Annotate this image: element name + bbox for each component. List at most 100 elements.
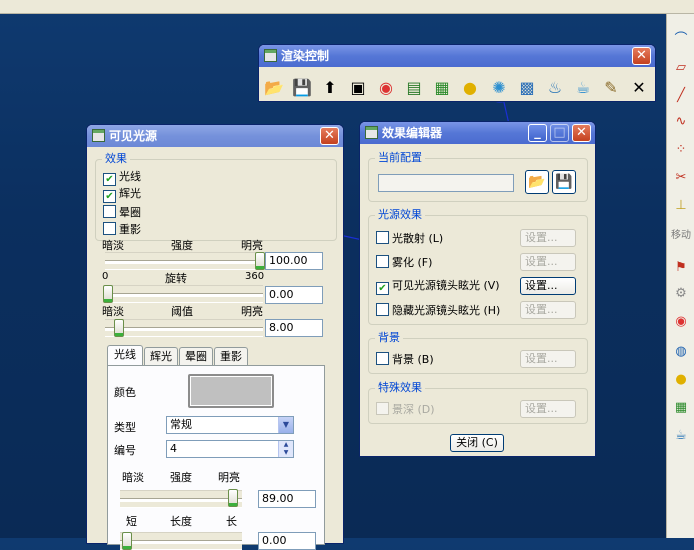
close-dialog-button[interactable]: 关闭 (C)	[450, 434, 504, 452]
slider-rotation-label: 旋转	[165, 272, 187, 285]
slider-threshold-thumb[interactable]	[114, 319, 124, 337]
room-icon[interactable]: ▩	[516, 77, 538, 99]
save-disk-icon[interactable]: 💾	[291, 77, 313, 99]
fog-settings-button[interactable]: 设置...	[520, 253, 576, 271]
curve-icon[interactable]: ⌒	[672, 32, 690, 48]
wave-icon[interactable]: ∿	[672, 114, 690, 130]
checkbox-label: 可见光源镜头眩光 (V)	[392, 279, 500, 292]
flag-icon[interactable]: ⚑	[672, 260, 690, 276]
inner-intensity-value[interactable]: 89.00	[258, 490, 316, 508]
intensity-value-field[interactable]: 100.00	[265, 252, 323, 270]
close-button[interactable]: ✕	[572, 124, 591, 142]
spin-arrows-icon[interactable]: ▲ ▼	[278, 441, 293, 457]
tab-halo[interactable]: 晕圈	[179, 347, 213, 365]
hidden-lens-flare-settings-button[interactable]: 设置...	[520, 301, 576, 319]
checkbox-label: 辉光	[119, 187, 141, 200]
line-icon[interactable]: ╱	[672, 88, 690, 104]
checkbox-label: 景深 (D)	[392, 403, 435, 416]
inner-intensity-track[interactable]	[120, 490, 242, 508]
visible-lens-flare-settings-button[interactable]: 设置...	[520, 277, 576, 295]
tab-glow[interactable]: 辉光	[144, 347, 178, 365]
slider-rotation-thumb[interactable]	[103, 285, 113, 303]
effect-checkbox-halo[interactable]: 晕圈	[103, 205, 141, 219]
render-control-titlebar[interactable]: 渲染控制 ✕	[259, 45, 655, 67]
checkbox-label: 隐藏光源镜头眩光 (H)	[392, 304, 501, 317]
slider-intensity-track[interactable]	[105, 252, 263, 270]
effect-checkbox-ghost[interactable]: 重影	[103, 222, 141, 236]
type-select-value: 常规	[170, 418, 192, 431]
tool-icon[interactable]: ⚙	[672, 286, 690, 302]
length-value[interactable]: 0.00	[258, 532, 316, 550]
number-stepper[interactable]: 4 ▲ ▼	[166, 440, 294, 458]
background-checkbox[interactable]: 背景 (B)	[376, 352, 434, 366]
effect-editor-titlebar[interactable]: 效果编辑器 _ □ ✕	[360, 122, 595, 144]
rotation-value-field[interactable]: 0.00	[265, 286, 323, 304]
bulb-icon[interactable]: ●	[672, 372, 690, 388]
hidden-lens-flare-checkbox[interactable]: 隐藏光源镜头眩光 (H)	[376, 303, 500, 317]
depth-of-field-checkbox[interactable]: 景深 (D)	[376, 402, 435, 416]
teapot-render-icon[interactable]: ♨	[544, 77, 566, 99]
checkbox-box	[376, 352, 389, 365]
trim-icon[interactable]: ✂	[672, 170, 690, 186]
effects-group-label: 效果	[102, 152, 130, 166]
point-icon[interactable]: ⁘	[672, 142, 690, 158]
light-scatter-checkbox[interactable]: 光散射 (L)	[376, 231, 443, 245]
type-select[interactable]: 常规 ▼	[166, 416, 294, 434]
window-icon	[264, 49, 277, 62]
length-thumb[interactable]	[122, 532, 132, 550]
close-x-icon[interactable]: ✕	[628, 77, 650, 99]
color-icon[interactable]: ◉	[672, 314, 690, 330]
color-wheel-icon[interactable]: ◉	[375, 77, 397, 99]
globe-icon[interactable]: ◍	[672, 344, 690, 360]
color-swatch[interactable]	[188, 374, 274, 408]
visible-light-window: 可见光源 ✕ 效果 ✔ 光线 ✔ 辉光 晕圈 重影 暗淡 强度 明亮 100.00 …	[86, 124, 344, 550]
checkbox-box: ✔	[103, 190, 116, 203]
visible-light-title: 可见光源	[109, 129, 158, 143]
checkbox-box	[376, 402, 389, 415]
fog-checkbox[interactable]: 雾化 (F)	[376, 255, 432, 269]
config-field[interactable]	[378, 174, 514, 192]
close-button[interactable]: ✕	[320, 127, 339, 145]
export-icon[interactable]: ⬆	[319, 77, 341, 99]
checkbox-box	[376, 255, 389, 268]
material-icon[interactable]: ▣	[347, 77, 369, 99]
visible-light-titlebar[interactable]: 可见光源 ✕	[87, 125, 343, 147]
texture-icon[interactable]: ▦	[672, 400, 690, 416]
slider-intensity-max: 明亮	[241, 239, 263, 252]
background-settings-button[interactable]: 设置...	[520, 350, 576, 368]
visible-lens-flare-checkbox[interactable]: ✔ 可见光源镜头眩光 (V)	[376, 279, 500, 295]
slider-intensity-label: 强度	[171, 239, 193, 252]
length-min: 短	[126, 515, 137, 528]
slider-threshold-track[interactable]	[105, 319, 263, 337]
length-track[interactable]	[120, 532, 242, 550]
checkbox-label: 晕圈	[119, 206, 141, 219]
threshold-value-field[interactable]: 8.00	[265, 319, 323, 337]
open-folder-icon[interactable]: 📂	[525, 170, 549, 194]
effect-checkbox-rays[interactable]: ✔ 光线	[103, 170, 141, 186]
close-button[interactable]: ✕	[632, 47, 651, 65]
paint-brush-icon[interactable]: ✎	[600, 77, 622, 99]
save-config-icon[interactable]: 💾	[552, 170, 576, 194]
background-group-label: 背景	[375, 331, 403, 345]
scene-icon[interactable]: ▤	[403, 77, 425, 99]
depth-settings-button[interactable]: 设置...	[520, 400, 576, 418]
dimension-icon[interactable]: ⊥	[672, 198, 690, 214]
effect-checkbox-glow[interactable]: ✔ 辉光	[103, 187, 141, 203]
teapot-icon[interactable]: ☕	[672, 428, 690, 444]
light-effect-icon[interactable]: ✺	[488, 77, 510, 99]
slider-intensity-thumb[interactable]	[255, 252, 265, 270]
window-icon	[92, 129, 105, 142]
teapot-icon[interactable]: ☕	[572, 77, 594, 99]
light-scatter-settings-button[interactable]: 设置...	[520, 229, 576, 247]
light-bulb-icon[interactable]: ●	[459, 77, 481, 99]
open-folder-icon[interactable]: 📂	[263, 77, 285, 99]
texture-icon[interactable]: ▦	[431, 77, 453, 99]
move-label: 移动	[671, 230, 691, 241]
tab-rays[interactable]: 光线	[107, 345, 143, 365]
parallelogram-icon[interactable]: ▱	[672, 60, 690, 76]
chevron-down-icon[interactable]: ▼	[278, 417, 293, 433]
minimize-button[interactable]: _	[528, 124, 547, 142]
tab-ghost[interactable]: 重影	[214, 347, 248, 365]
slider-rotation-track[interactable]	[105, 285, 263, 303]
inner-intensity-thumb[interactable]	[228, 489, 238, 507]
